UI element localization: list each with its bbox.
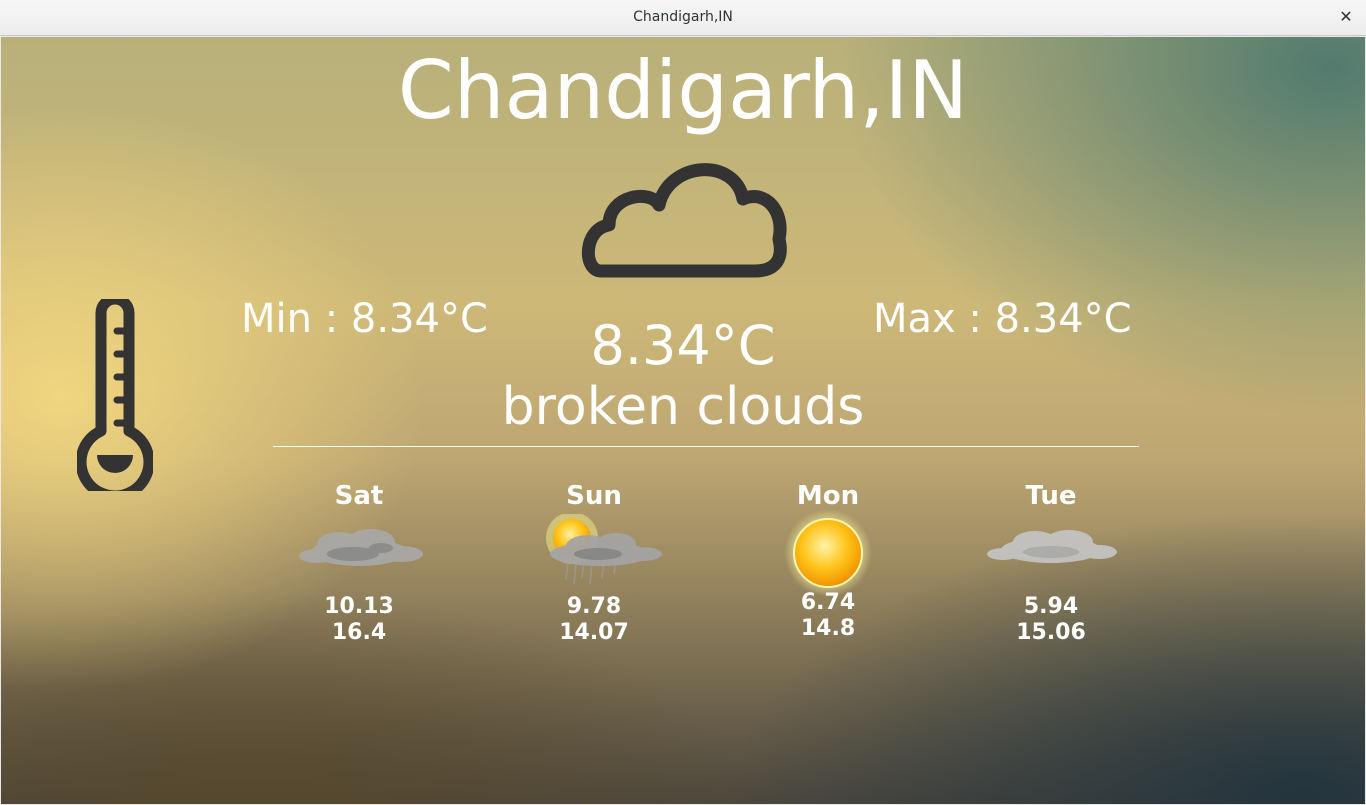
window-title: Chandigarh,IN: [633, 9, 733, 25]
forecast-day-name: Sat: [334, 481, 384, 511]
forecast-low: 10.13: [324, 594, 394, 619]
sun-icon: [748, 510, 908, 596]
forecast-day: Mon 6.74 14.8: [748, 480, 908, 642]
sun-clouds-rain-icon: [514, 514, 674, 594]
divider: [273, 446, 1139, 447]
forecast-low: 6.74: [800, 590, 856, 615]
forecast-day-name: Tue: [1025, 481, 1077, 511]
forecast-high: 15.06: [1016, 620, 1086, 645]
cloud-icon: [582, 163, 787, 278]
app-window: Chandigarh,IN ✕ Chandigarh,IN Min : 8.34…: [0, 0, 1366, 805]
weather-panel: Chandigarh,IN Min : 8.34°C Max : 8.34°C …: [1, 37, 1365, 804]
close-button[interactable]: ✕: [1336, 7, 1356, 27]
current-temperature: 8.34°C: [590, 314, 776, 377]
city-name: Chandigarh,IN: [397, 44, 969, 137]
forecast-day: Sat 10.13 16.4: [279, 480, 439, 646]
title-bar[interactable]: Chandigarh,IN ✕: [0, 0, 1366, 36]
forecast-day-name: Mon: [796, 481, 860, 511]
forecast-day: Sun 9.78 14.07: [514, 480, 674, 646]
forecast-day: Tue 5.94 15.06: [971, 480, 1131, 646]
forecast-high: 14.8: [800, 616, 856, 641]
forecast-high: 16.4: [331, 620, 387, 645]
weather-description: broken clouds: [501, 377, 865, 437]
forecast-day-name: Sun: [566, 481, 622, 511]
overcast-clouds-icon: [971, 514, 1131, 594]
forecast-low: 5.94: [1023, 594, 1079, 619]
forecast-high: 14.07: [559, 620, 629, 645]
forecast-low: 9.78: [566, 594, 622, 619]
broken-clouds-icon: [279, 514, 439, 594]
